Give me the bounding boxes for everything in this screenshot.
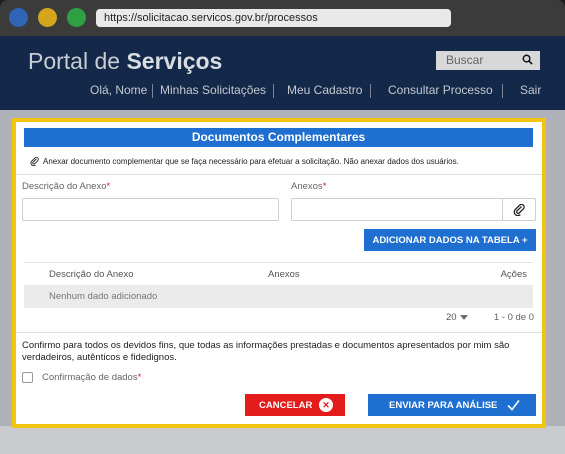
modal-title: Documentos Complementares (24, 128, 533, 147)
modal-hint: Anexar documento complementar que se faç… (30, 157, 459, 166)
documents-modal: Documentos Complementares Anexar documen… (12, 118, 546, 428)
nav-separator (152, 84, 153, 98)
search-input[interactable]: Buscar (436, 51, 540, 70)
send-button-label: ENVIAR PARA ANÁLISE (389, 400, 498, 411)
column-header-description: Descrição do Anexo (49, 269, 134, 280)
send-for-analysis-button[interactable]: ENVIAR PARA ANÁLISE (368, 394, 536, 416)
empty-table-text: Nenhum dado adicionado (49, 291, 158, 302)
page-size-value: 20 (446, 312, 457, 323)
browser-chrome: https://solicitacao.servicos.gov.br/proc… (0, 0, 565, 36)
nav-separator (273, 84, 274, 98)
cancel-button[interactable]: CANCELAR ✕ (245, 394, 345, 416)
desc-input[interactable] (22, 198, 279, 221)
nav-item-consultar[interactable]: Consultar Processo (388, 83, 493, 97)
brand-bold: Serviços (126, 48, 223, 74)
search-icon[interactable] (522, 54, 533, 65)
desc-label: Descrição do Anexo* (22, 181, 111, 192)
page-size-select[interactable]: 20 (446, 312, 468, 323)
divider (16, 174, 542, 175)
nav-item-greeting[interactable]: Olá, Nome (90, 83, 147, 97)
confirm-checkbox[interactable] (22, 372, 33, 383)
column-header-actions: Ações (500, 269, 527, 280)
search-placeholder: Buscar (446, 53, 484, 67)
chevron-down-icon (459, 315, 468, 320)
portal-header: Portal de Serviços Buscar Olá, Nome Minh… (0, 36, 565, 110)
window-dot-green[interactable] (67, 8, 86, 27)
nav-separator (370, 84, 371, 98)
divider (16, 332, 542, 333)
table-header: Descrição do Anexo Anexos Ações (24, 262, 533, 285)
pager-range: 1 - 0 de 0 (493, 312, 534, 323)
brand-regular: Portal de (28, 48, 121, 74)
nav-item-cadastro[interactable]: Meu Cadastro (287, 83, 362, 97)
attach-file-button[interactable] (502, 198, 536, 221)
paperclip-icon (513, 203, 525, 216)
table-row: Nenhum dado adicionado (24, 285, 533, 308)
nav-separator (502, 84, 503, 98)
portal-nav: Olá, Nome Minhas Solicitações Meu Cadast… (0, 83, 565, 101)
window-dot-yellow[interactable] (38, 8, 57, 27)
close-icon: ✕ (319, 398, 333, 412)
paperclip-icon (30, 157, 39, 166)
column-header-attachments: Anexos (268, 269, 300, 280)
confirm-label: Confirmação de dados* (42, 372, 142, 383)
cancel-button-label: CANCELAR (259, 400, 313, 411)
window-dot-blue[interactable] (9, 8, 28, 27)
address-bar[interactable]: https://solicitacao.servicos.gov.br/proc… (96, 9, 451, 27)
hint-text: Anexar documento complementar que se faç… (43, 157, 459, 166)
attach-label: Anexos* (291, 181, 327, 192)
nav-item-solicitacoes[interactable]: Minhas Solicitações (160, 83, 266, 97)
check-icon (507, 400, 520, 411)
portal-brand[interactable]: Portal de Serviços (28, 48, 222, 75)
add-to-table-button[interactable]: ADICIONAR DADOS NA TABELA + (364, 229, 536, 251)
confirm-statement: Confirmo para todos os devidos fins, que… (22, 340, 510, 363)
portal-footer-strip (0, 426, 565, 454)
attach-input[interactable] (291, 198, 503, 221)
nav-item-sair[interactable]: Sair (520, 83, 541, 97)
